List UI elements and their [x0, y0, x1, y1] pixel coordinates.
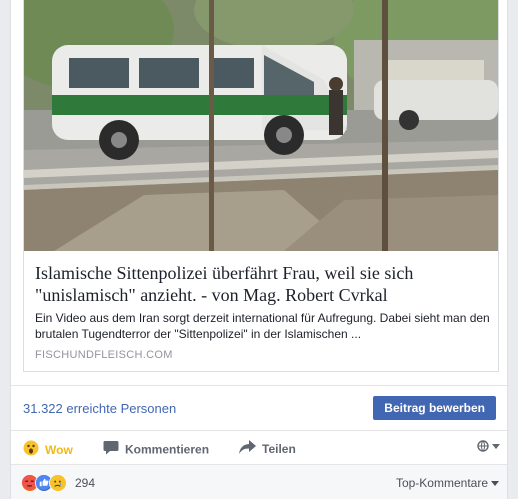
preview-title[interactable]: Islamische Sittenpolizei überfährt Frau,…: [35, 262, 491, 306]
sort-label: Top-Kommentare: [395, 476, 488, 490]
reach-count-link[interactable]: 31.322 erreichte Personen: [23, 401, 176, 416]
post-card: Islamische Sittenpolizei überfährt Frau,…: [10, 0, 508, 499]
action-bar: Wow Kommentieren Teilen: [11, 430, 507, 464]
reach-bar: 31.322 erreichte Personen Beitrag bewerb…: [11, 385, 507, 430]
caret-down-icon: [491, 481, 499, 487]
audience-selector[interactable]: [477, 440, 501, 455]
comment-icon: [103, 440, 119, 459]
boost-post-button[interactable]: Beitrag bewerben: [373, 396, 496, 420]
comment-button[interactable]: Kommentieren: [103, 440, 209, 459]
preview-domain: FISCHUNDFLEISCH.COM: [35, 349, 173, 361]
video-still-image: [24, 0, 498, 251]
share-label: Teilen: [262, 442, 296, 456]
share-arrow-icon: [239, 440, 256, 458]
wow-icon: [23, 440, 39, 460]
preview-description: Ein Video aus dem Iran sorgt derzeit int…: [35, 311, 490, 341]
globe-icon: [477, 440, 500, 452]
share-button[interactable]: Teilen: [239, 440, 296, 458]
reactions-summary: 294 Top-Kommentare: [11, 464, 507, 499]
preview-image[interactable]: [24, 0, 498, 251]
comment-sort-dropdown[interactable]: Top-Kommentare: [396, 476, 499, 490]
reaction-count[interactable]: 294: [75, 476, 95, 490]
comment-label: Kommentieren: [125, 442, 210, 457]
wow-label: Wow: [45, 443, 73, 457]
sad-icon: [49, 474, 67, 492]
link-preview[interactable]: Islamische Sittenpolizei überfährt Frau,…: [23, 0, 499, 372]
wow-reaction-button[interactable]: Wow: [23, 440, 73, 460]
